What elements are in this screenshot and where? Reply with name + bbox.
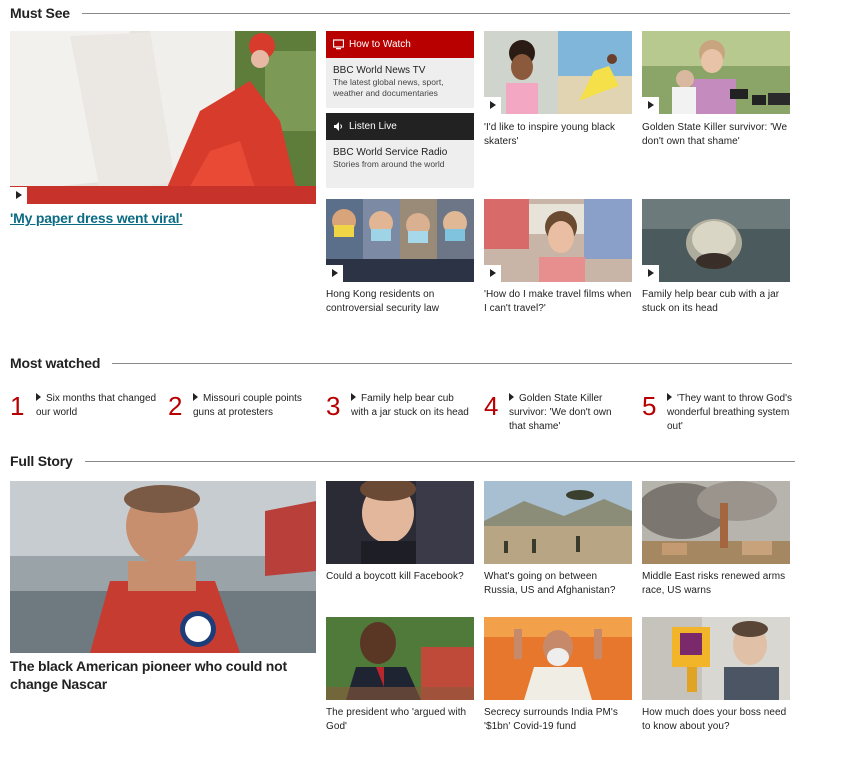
story-caption[interactable]: What's going on between Russia, US and A… (484, 570, 632, 598)
most-watched-title[interactable]: Six months that changed our world (36, 392, 158, 420)
story-card[interactable]: 'How do I make travel films when I can't… (484, 199, 632, 319)
most-watched-title-text[interactable]: Family help bear cub with a jar stuck on… (351, 393, 469, 418)
story-image[interactable] (642, 31, 790, 114)
story-image[interactable] (484, 481, 632, 564)
rank-number: 1 (10, 391, 25, 421)
story-image[interactable] (484, 617, 632, 700)
section-rule (84, 460, 795, 462)
story-image[interactable] (326, 199, 474, 282)
how-to-watch-title: BBC World News TV (333, 65, 426, 76)
story-card[interactable]: Middle East risks renewed arms race, US … (642, 481, 790, 601)
triangle-bullet-icon (193, 393, 198, 401)
story-card[interactable]: Secrecy surrounds India PM's '$1bn' Covi… (484, 617, 632, 737)
story-image[interactable] (484, 31, 632, 114)
listen-live-subtitle: Stories from around the world (333, 159, 445, 169)
most-watched-item[interactable]: 2 Missouri couple points guns at protest… (168, 391, 320, 436)
feature-image[interactable] (10, 481, 316, 653)
full-story-heading: Full Story (10, 452, 795, 470)
most-watched-item[interactable]: 3 Family help bear cub with a jar stuck … (326, 391, 476, 436)
listen-live-title: BBC World Service Radio (333, 147, 448, 158)
story-image[interactable] (642, 617, 790, 700)
story-card[interactable]: The president who 'argued with God' (326, 617, 474, 737)
feature-card-nascar[interactable]: The black American pioneer who could not… (10, 481, 316, 696)
story-caption[interactable]: Golden State Killer survivor: 'We don't … (642, 121, 790, 149)
how-to-watch-subtitle: The latest global news, sport, weather a… (333, 77, 444, 98)
story-card[interactable]: 'I'd like to inspire young black skaters… (484, 31, 632, 156)
section-rule (81, 12, 790, 14)
most-watched-item[interactable]: 4 Golden State Killer survivor: 'We don'… (484, 391, 634, 436)
feature-image[interactable] (10, 31, 316, 204)
play-icon (642, 97, 659, 114)
most-watched-title[interactable]: 'They want to throw God's wonderful brea… (667, 392, 792, 434)
section-title: Most watched (10, 355, 101, 371)
rank-number: 4 (484, 391, 499, 421)
must-see-heading: Must See (10, 4, 790, 22)
story-card[interactable]: Hong Kong residents on controversial sec… (326, 199, 474, 319)
play-icon (10, 187, 27, 204)
triangle-bullet-icon (509, 393, 514, 401)
most-watched-title[interactable]: Missouri couple points guns at protester… (193, 392, 320, 420)
story-card[interactable]: Family help bear cub with a jar stuck on… (642, 199, 790, 319)
feature-title[interactable]: 'My paper dress went viral' (10, 209, 310, 227)
section-title: Full Story (10, 453, 73, 469)
play-icon (642, 265, 659, 282)
story-card[interactable]: Golden State Killer survivor: 'We don't … (642, 31, 790, 156)
story-image[interactable] (484, 199, 632, 282)
most-watched-title-text[interactable]: Missouri couple points guns at protester… (193, 393, 302, 418)
most-watched-title[interactable]: Family help bear cub with a jar stuck on… (351, 392, 473, 420)
story-caption[interactable]: Secrecy surrounds India PM's '$1bn' Covi… (484, 706, 632, 734)
speaker-icon (333, 121, 344, 132)
most-watched-item[interactable]: 5 'They want to throw God's wonderful br… (642, 391, 792, 436)
story-caption[interactable]: Middle East risks renewed arms race, US … (642, 570, 790, 598)
most-watched-heading: Most watched (10, 354, 793, 372)
section-rule (112, 362, 793, 364)
story-card[interactable]: How much does your boss need to know abo… (642, 617, 790, 737)
story-caption[interactable]: 'I'd like to inspire young black skaters… (484, 121, 632, 149)
story-caption[interactable]: Hong Kong residents on controversial sec… (326, 288, 474, 316)
how-to-watch-header[interactable]: How to Watch (326, 31, 474, 58)
how-to-watch-label: How to Watch (349, 39, 411, 50)
play-icon (326, 265, 343, 282)
section-title: Must See (10, 5, 70, 21)
listen-live-body[interactable]: BBC World Service Radio Stories from aro… (326, 140, 474, 188)
rank-number: 2 (168, 391, 183, 421)
story-caption[interactable]: How much does your boss need to know abo… (642, 706, 790, 734)
rank-number: 5 (642, 391, 657, 421)
listen-live-header[interactable]: Listen Live (326, 113, 474, 140)
story-card[interactable]: Could a boycott kill Facebook? (326, 481, 474, 601)
story-image[interactable] (326, 481, 474, 564)
play-icon (484, 265, 501, 282)
story-caption[interactable]: The president who 'argued with God' (326, 706, 474, 734)
story-card[interactable]: What's going on between Russia, US and A… (484, 481, 632, 601)
tv-icon (332, 39, 345, 50)
most-watched-title[interactable]: Golden State Killer survivor: 'We don't … (509, 392, 631, 434)
how-to-watch-box[interactable]: How to Watch BBC World News TV The lates… (326, 31, 474, 188)
triangle-bullet-icon (667, 393, 672, 401)
how-to-watch-body[interactable]: BBC World News TV The latest global news… (326, 58, 474, 108)
story-image[interactable] (642, 481, 790, 564)
story-caption[interactable]: Family help bear cub with a jar stuck on… (642, 288, 790, 316)
triangle-bullet-icon (36, 393, 41, 401)
triangle-bullet-icon (351, 393, 356, 401)
story-caption[interactable]: Could a boycott kill Facebook? (326, 570, 474, 584)
story-caption[interactable]: 'How do I make travel films when I can't… (484, 288, 632, 316)
feature-title-link[interactable]: 'My paper dress went viral' (10, 210, 183, 226)
feature-title[interactable]: The black American pioneer who could not… (10, 657, 310, 693)
most-watched-title-text[interactable]: 'They want to throw God's wonderful brea… (667, 393, 792, 432)
play-icon (484, 97, 501, 114)
feature-card-paper-dress[interactable]: 'My paper dress went viral' (10, 31, 316, 226)
rank-number: 3 (326, 391, 341, 421)
story-image[interactable] (642, 199, 790, 282)
most-watched-item[interactable]: 1 Six months that changed our world (10, 391, 160, 436)
story-image[interactable] (326, 617, 474, 700)
listen-live-label: Listen Live (349, 121, 397, 132)
most-watched-title-text[interactable]: Golden State Killer survivor: 'We don't … (509, 393, 612, 432)
most-watched-title-text[interactable]: Six months that changed our world (36, 393, 156, 418)
